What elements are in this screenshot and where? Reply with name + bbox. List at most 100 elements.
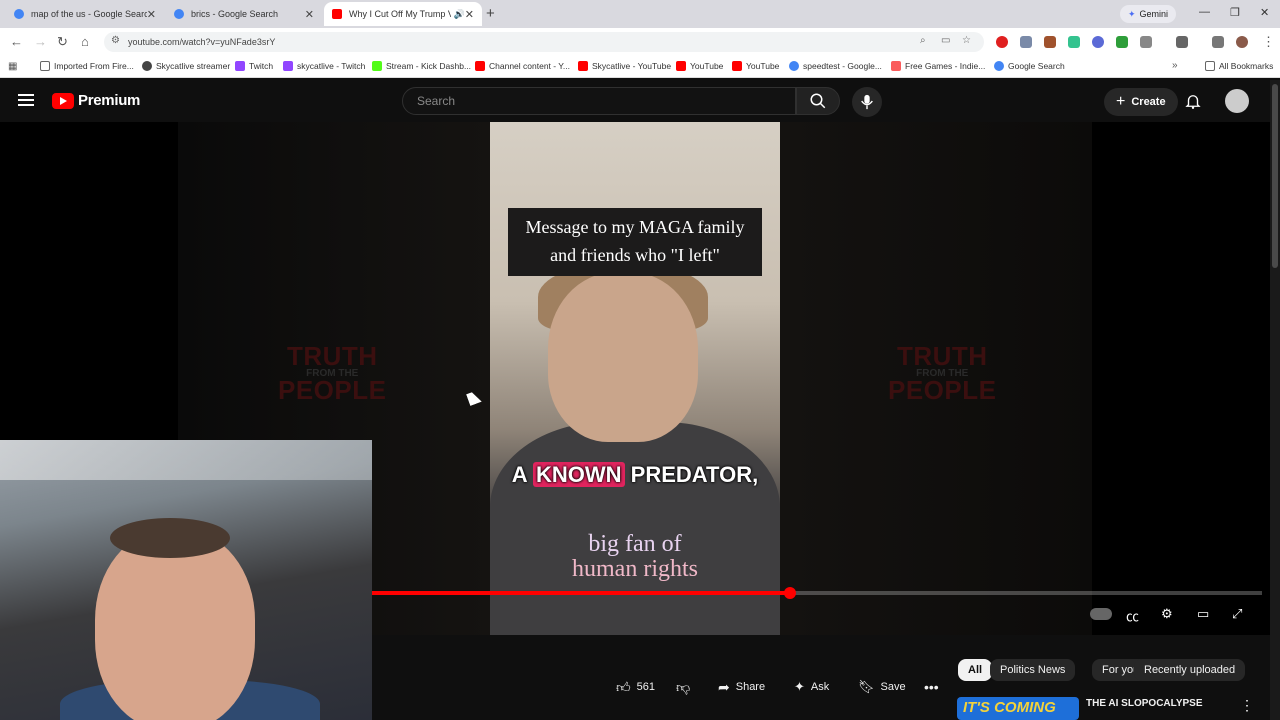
fullscreen-icon[interactable]: ⤢ bbox=[1232, 606, 1242, 622]
browser-tab[interactable]: map of the us - Google Search ✕ bbox=[6, 2, 164, 26]
profile-avatar-icon[interactable] bbox=[1236, 36, 1248, 48]
bookmark-label: skycatlive - Twitch bbox=[297, 61, 366, 71]
dislike-button[interactable]: 👎︎ bbox=[676, 675, 690, 699]
search-input[interactable]: Search bbox=[402, 87, 796, 115]
download-icon[interactable] bbox=[1116, 36, 1128, 48]
google-favicon-icon bbox=[14, 9, 24, 19]
extension-icon[interactable] bbox=[1092, 36, 1104, 48]
tab-search-icon[interactable] bbox=[1212, 36, 1224, 48]
captions-icon[interactable]: ㏄ bbox=[1126, 606, 1139, 625]
audio-playing-icon[interactable]: 🔊 bbox=[454, 9, 465, 20]
bookmark-label: YouTube bbox=[746, 61, 780, 71]
shirt-line: human rights bbox=[572, 556, 698, 583]
home-icon[interactable]: ⌂ bbox=[81, 34, 89, 49]
twitch-icon bbox=[283, 61, 293, 71]
watermark-line: TRUTH bbox=[896, 341, 988, 371]
video-progress-bar[interactable] bbox=[372, 587, 1262, 599]
extension-icon[interactable] bbox=[1044, 36, 1056, 48]
extension-icon[interactable] bbox=[1068, 36, 1080, 48]
reload-icon[interactable]: ↻ bbox=[57, 34, 68, 50]
browser-tab-active[interactable]: Why I Cut Off My Trump Vo 🔊 ✕ bbox=[324, 2, 482, 26]
settings-gear-icon[interactable]: ⚙ bbox=[1161, 606, 1173, 622]
recommendation-title[interactable]: THE AI SLOPOCALYPSE bbox=[1086, 698, 1203, 709]
side-panel-icon[interactable] bbox=[1176, 36, 1188, 48]
chip-recently-uploaded[interactable]: Recently uploaded bbox=[1134, 659, 1246, 681]
bookmark-label: Google Search bbox=[1008, 61, 1065, 71]
tab-title: brics - Google Search bbox=[191, 9, 279, 19]
streamer-face bbox=[95, 530, 255, 720]
bookmark-item[interactable]: Imported From Fire... bbox=[40, 61, 134, 71]
bookmark-item[interactable]: Skycatlive streamer bbox=[142, 61, 230, 71]
recommendation-menu-icon[interactable]: ⋮ bbox=[1240, 697, 1254, 714]
google-favicon-icon bbox=[174, 9, 184, 19]
hamburger-menu-icon[interactable] bbox=[18, 92, 34, 108]
shirt-line: big fan of bbox=[588, 531, 682, 557]
more-bookmarks-icon[interactable]: » bbox=[1172, 60, 1178, 71]
voice-search-button[interactable] bbox=[852, 87, 882, 117]
ask-button[interactable]: ✦ Ask bbox=[794, 675, 829, 699]
save-button[interactable]: 🔖︎ Save bbox=[858, 675, 906, 699]
minimize-icon[interactable]: — bbox=[1199, 6, 1210, 18]
bookmarks-bar: ▦ Imported From Fire... Skycatlive strea… bbox=[0, 56, 1280, 78]
bookmark-item[interactable]: skycatlive - Twitch bbox=[283, 61, 365, 71]
bookmark-item[interactable]: Stream - Kick Dashb... bbox=[372, 61, 471, 71]
create-button[interactable]: + Create bbox=[1104, 88, 1178, 116]
scrollbar-thumb[interactable] bbox=[1272, 84, 1278, 268]
close-window-icon[interactable]: ✕ bbox=[1260, 6, 1269, 19]
back-icon[interactable]: ← bbox=[10, 34, 23, 49]
miniplayer-icon[interactable]: ▭ bbox=[1197, 606, 1209, 622]
bookmark-item[interactable]: Channel content - Y... bbox=[475, 61, 570, 71]
browser-tab-strip: map of the us - Google Search ✕ brics - … bbox=[0, 0, 1280, 28]
apps-grid-icon[interactable]: ▦ bbox=[8, 61, 17, 72]
extensions-puzzle-icon[interactable] bbox=[1140, 36, 1152, 48]
address-bar[interactable]: youtube.com/watch?v=yuNFade3srY bbox=[104, 32, 984, 52]
new-tab-button[interactable]: + bbox=[486, 5, 495, 22]
notifications-bell-icon[interactable] bbox=[1184, 92, 1202, 110]
site-info-icon[interactable]: ⚙ bbox=[111, 35, 120, 46]
gemini-button[interactable]: ✦ Gemini bbox=[1120, 5, 1177, 23]
bookmark-label: speedtest - Google... bbox=[803, 61, 882, 71]
bookmark-item[interactable]: Free Games - Indie... bbox=[891, 61, 985, 71]
video-subtitle: A KNOWN PREDATOR, bbox=[490, 462, 780, 488]
plus-icon: + bbox=[1116, 93, 1126, 110]
video-caption: Message to my MAGA family and friends wh… bbox=[508, 208, 762, 276]
bookmark-item[interactable]: YouTube bbox=[676, 61, 723, 71]
bookmark-label: Channel content - Y... bbox=[489, 61, 570, 71]
bookmark-item[interactable]: YouTube bbox=[732, 61, 779, 71]
all-bookmarks-button[interactable]: All Bookmarks bbox=[1205, 61, 1273, 71]
restore-icon[interactable]: ❐ bbox=[1230, 6, 1240, 19]
autoplay-toggle[interactable] bbox=[1090, 608, 1112, 620]
chip-politics-news[interactable]: Politics News bbox=[990, 659, 1076, 681]
bookmark-item[interactable]: Google Search bbox=[994, 61, 1065, 71]
share-button[interactable]: ➦ Share bbox=[718, 675, 765, 699]
watermark-line: TRUTH bbox=[286, 341, 378, 371]
bookmark-star-icon[interactable]: ☆ bbox=[962, 35, 971, 46]
twitch-icon bbox=[235, 61, 245, 71]
browser-tab[interactable]: brics - Google Search ✕ bbox=[166, 2, 322, 26]
extension-icon[interactable] bbox=[1020, 36, 1032, 48]
like-button[interactable]: 👍︎ 561 bbox=[616, 675, 655, 699]
bookmark-favicon-icon bbox=[142, 61, 152, 71]
speaker-shirt bbox=[490, 422, 780, 635]
page-scrollbar[interactable] bbox=[1270, 80, 1280, 720]
youtube-premium-logo[interactable]: Premium bbox=[52, 92, 140, 109]
chip-all[interactable]: All bbox=[958, 659, 993, 681]
zoom-icon[interactable]: ⌕ bbox=[920, 35, 926, 46]
opera-extension-icon[interactable] bbox=[996, 36, 1008, 48]
close-tab-icon[interactable]: ✕ bbox=[305, 8, 314, 21]
kebab-menu-icon[interactable]: ⋮ bbox=[1262, 34, 1275, 50]
search-button[interactable] bbox=[796, 87, 840, 115]
more-actions-button[interactable]: ••• bbox=[924, 675, 939, 699]
cast-icon[interactable]: ▭ bbox=[941, 35, 950, 46]
close-tab-icon[interactable]: ✕ bbox=[465, 8, 474, 21]
youtube-icon bbox=[676, 61, 686, 71]
youtube-play-icon bbox=[52, 92, 74, 109]
kick-icon bbox=[372, 61, 382, 71]
bookmark-item[interactable]: Skycatlive - YouTube bbox=[578, 61, 671, 71]
bookmark-item[interactable]: Twitch bbox=[235, 61, 273, 71]
account-avatar[interactable] bbox=[1225, 89, 1249, 113]
close-tab-icon[interactable]: ✕ bbox=[147, 8, 156, 21]
forward-icon[interactable]: → bbox=[34, 34, 47, 49]
recommendation-thumbnail[interactable]: IT'S COMING bbox=[957, 697, 1079, 720]
bookmark-item[interactable]: speedtest - Google... bbox=[789, 61, 882, 71]
